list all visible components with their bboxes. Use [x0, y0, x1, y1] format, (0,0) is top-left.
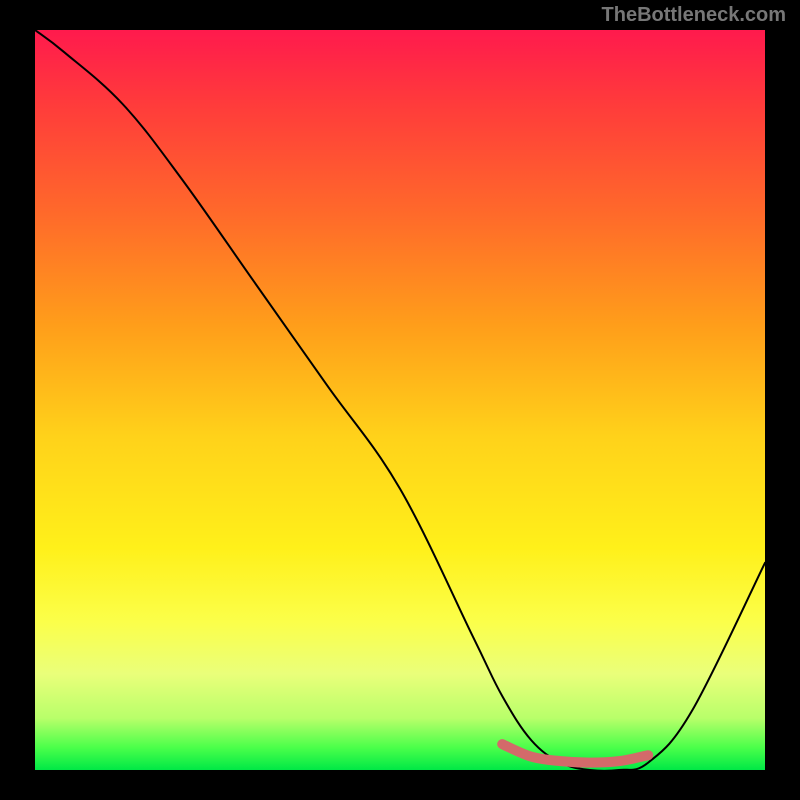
bottleneck-curve: [35, 30, 765, 770]
watermark-text: TheBottleneck.com: [602, 4, 786, 27]
gradient-plot-area: [35, 30, 765, 770]
curve-svg: [35, 30, 765, 770]
optimal-range-marker: [502, 744, 648, 763]
